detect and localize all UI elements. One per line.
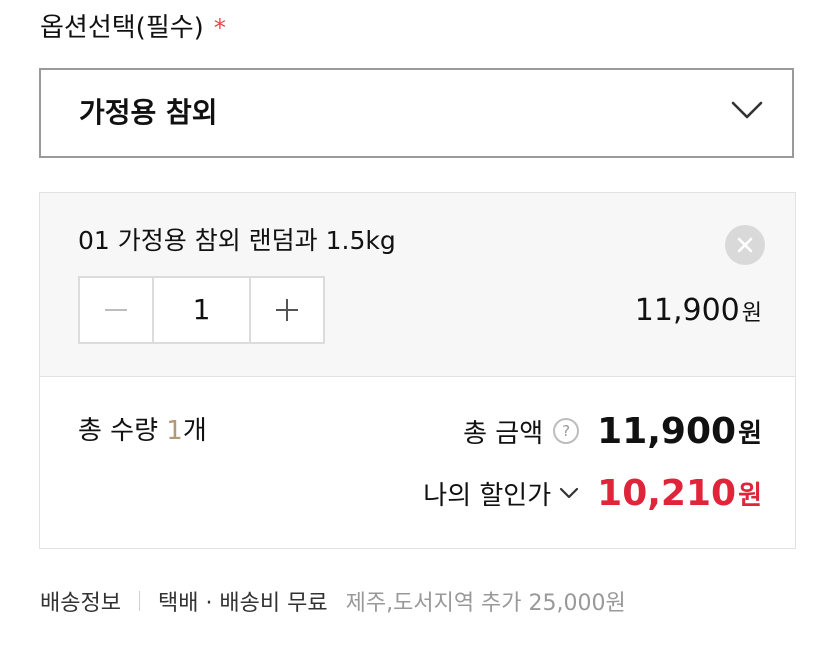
item-price: 11,900원 — [635, 291, 762, 334]
total-amount-value: 11,900 — [597, 410, 737, 452]
discount-amount-value: 10,210 — [597, 472, 737, 514]
decrease-button[interactable] — [80, 278, 152, 342]
option-label: 옵션선택(필수) * — [40, 6, 226, 50]
item-price-currency: 원 — [741, 301, 762, 326]
plus-icon — [276, 299, 298, 321]
selected-item: 01 가정용 참외 랜덤과 1.5kg 1 11,900원 — [40, 193, 795, 377]
shipping-method: 택배 · 배송비 무료 — [157, 591, 328, 616]
quantity-value[interactable]: 1 — [152, 278, 251, 342]
shipping-extra-fee: 제주,도서지역 추가 25,000원 — [345, 591, 626, 616]
required-mark: * — [213, 14, 226, 42]
option-label-text: 옵션선택(필수) — [40, 13, 204, 43]
increase-button[interactable] — [251, 278, 323, 342]
total-qty-unit: 개 — [182, 416, 207, 446]
total-qty-value: 1 — [166, 416, 183, 446]
close-icon — [737, 237, 753, 253]
option-select[interactable]: 가정용 참외 — [39, 68, 794, 158]
total-quantity: 총 수량 1개 — [78, 411, 207, 451]
minus-icon — [105, 309, 127, 311]
selected-item-panel: 01 가정용 참외 랜덤과 1.5kg 1 11,900원 총 수량 1개 총 … — [39, 192, 796, 549]
discount-amount-currency: 원 — [738, 480, 762, 511]
discount-label[interactable]: 나의 할인가 — [423, 475, 551, 512]
shipping-info: 배송정보 택배 · 배송비 무료 제주,도서지역 추가 25,000원 — [40, 582, 626, 620]
item-price-value: 11,900 — [634, 293, 740, 328]
remove-item-button[interactable] — [725, 225, 765, 265]
chevron-down-icon — [731, 101, 763, 119]
help-icon[interactable]: ? — [553, 418, 580, 444]
help-glyph: ? — [562, 422, 571, 440]
discount-price-row: 나의 할인가 10,210 원 — [423, 469, 762, 517]
divider — [138, 591, 140, 611]
quantity-stepper: 1 — [78, 276, 325, 344]
item-name: 01 가정용 참외 랜덤과 1.5kg — [78, 226, 396, 255]
total-amount-currency: 원 — [738, 418, 762, 449]
shipping-title: 배송정보 — [40, 591, 121, 616]
total-amount-label: 총 금액 — [463, 418, 544, 449]
total-qty-label: 총 수량 — [78, 416, 167, 446]
option-select-value: 가정용 참외 — [79, 96, 218, 129]
total-amount-row: 총 금액 ? 11,900 원 — [463, 407, 762, 455]
chevron-down-icon[interactable] — [559, 486, 579, 500]
